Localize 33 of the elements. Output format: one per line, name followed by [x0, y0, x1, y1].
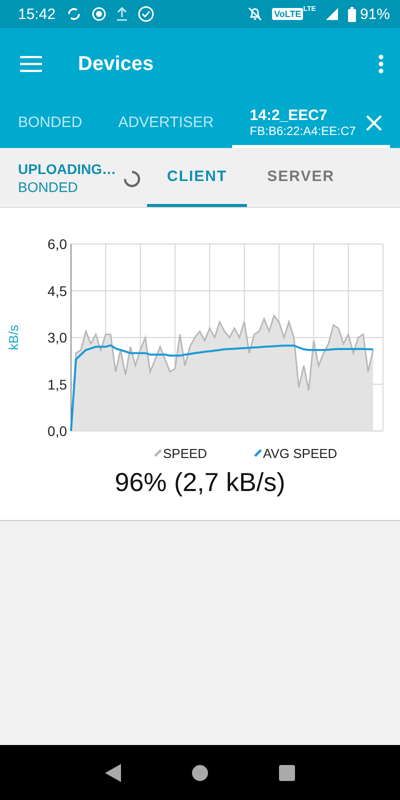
progress-text: 96% (2,7 kB/s) — [114, 467, 286, 498]
record-icon — [92, 7, 106, 21]
y-tick-label: 6,0 — [48, 236, 67, 252]
close-icon[interactable] — [366, 114, 382, 130]
y-tick-label: 4,5 — [48, 282, 67, 299]
bond-state: BONDED — [18, 178, 79, 194]
home-icon[interactable] — [192, 764, 208, 780]
tab[interactable]: ADVERTISER — [100, 100, 232, 148]
y-axis-label: kB/s — [6, 324, 21, 350]
battery-icon — [348, 6, 356, 22]
menu-icon[interactable] — [20, 56, 42, 72]
y-tick-label: 0,0 — [48, 423, 67, 439]
bell-off-icon — [248, 7, 262, 21]
legend-label: AVG SPEED — [263, 446, 338, 461]
recents-icon[interactable] — [278, 764, 295, 780]
legend-label: SPEED — [163, 446, 208, 461]
check-circle-icon — [138, 6, 154, 22]
legend-swatch — [154, 449, 162, 457]
app-title: Devices — [78, 52, 154, 76]
connection-state: UPLOADING… — [18, 160, 117, 176]
battery-level: 91% — [360, 6, 390, 22]
tab[interactable]: BONDED — [0, 100, 100, 148]
y-tick-label: 1,5 — [48, 376, 67, 392]
tab[interactable]: SERVER — [247, 148, 355, 207]
y-tick-label: 3,0 — [48, 330, 67, 346]
signal-icon — [326, 8, 338, 20]
upload-icon — [116, 7, 128, 21]
legend-swatch — [254, 449, 262, 457]
more-options-icon[interactable] — [378, 54, 384, 74]
clock: 15:42 — [18, 6, 56, 22]
volte-badge: VoLTE — [272, 8, 304, 20]
sync-icon — [66, 6, 82, 22]
back-icon[interactable] — [105, 764, 122, 782]
